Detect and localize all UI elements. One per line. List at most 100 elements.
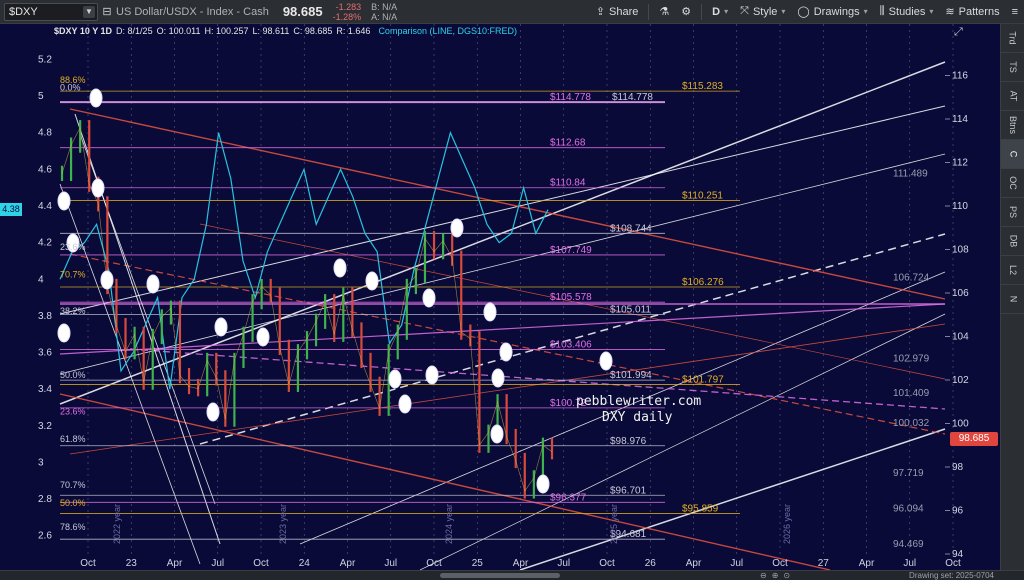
gear-icon: ⚙ bbox=[681, 6, 692, 18]
trend-channel-line bbox=[59, 105, 946, 315]
bid-ask: B: N/A A: N/A bbox=[371, 2, 397, 22]
fib-level-label: $96.701 bbox=[610, 485, 647, 496]
pivot-marker bbox=[388, 369, 402, 389]
sidebar-tab-trd[interactable]: Trd bbox=[1001, 24, 1024, 53]
right-price-label: 97.719 bbox=[893, 468, 924, 479]
settings-button[interactable]: ⚙ bbox=[675, 0, 697, 24]
right-axis-tick: 112 bbox=[952, 158, 968, 169]
right-axis-tick: 96 bbox=[952, 506, 964, 517]
sidebar-tab-btns[interactable]: Btns bbox=[1001, 111, 1024, 140]
chevron-down-icon: ▾ bbox=[724, 7, 729, 16]
chart-header: $DXY 10 Y 1D D: 8/1/25 O: 100.011 H: 100… bbox=[54, 24, 517, 37]
chart-area[interactable]: $115.283 $114.778 $114.778 $112.68 $110.84 $1… bbox=[0, 24, 1000, 570]
left-fib-label: 70.7% bbox=[60, 269, 86, 279]
fib-level-label: $115.283 bbox=[682, 81, 723, 92]
change-percent: -1.28% bbox=[332, 11, 362, 22]
studies-label: Studies bbox=[888, 5, 926, 18]
drawings-button[interactable]: ◯ Drawings ▾ bbox=[791, 0, 873, 24]
right-price-label: 94.469 bbox=[893, 539, 924, 550]
left-fib-label: 70.7% bbox=[60, 480, 86, 490]
left-fib-label: 50.0% bbox=[60, 370, 86, 380]
x-tick-label: 23 bbox=[126, 558, 138, 569]
right-axis-tick: 116 bbox=[952, 71, 968, 82]
left-fib-label: 61.8% bbox=[60, 434, 86, 444]
trend-channel-line bbox=[59, 153, 946, 375]
instrument-name: US Dollar/USDX - Index - Cash bbox=[116, 5, 269, 18]
x-tick-label: Oct bbox=[80, 558, 96, 569]
fib-level-label: $98.976 bbox=[610, 436, 647, 447]
pivot-marker bbox=[57, 323, 71, 343]
right-sidebar: Trd TS AT Btns C OC PS DB L2 N bbox=[1000, 24, 1024, 570]
year-marker: 2024 year bbox=[444, 504, 454, 544]
interval-button[interactable]: D ▾ bbox=[706, 0, 734, 24]
left-axis-tick: 4.4 bbox=[38, 201, 52, 212]
x-tick-label: Jul bbox=[903, 558, 916, 569]
flask-button[interactable]: ⚗ bbox=[653, 0, 675, 24]
current-price-tag: 98.685 bbox=[950, 432, 998, 446]
x-tick-label: Oct bbox=[772, 558, 788, 569]
right-axis-tick: 100 bbox=[952, 419, 969, 430]
right-price-label: 101.409 bbox=[893, 388, 930, 399]
style-button[interactable]: ⤧ Style ▾ bbox=[734, 0, 791, 24]
thinkorswim-chart-window: $DXY ▼ ⊟ US Dollar/USDX - Index - Cash 9… bbox=[0, 0, 1024, 580]
time-scrollbar[interactable] bbox=[440, 573, 560, 578]
sidebar-tab-label: OC bbox=[1008, 176, 1018, 190]
style-icon: ⤧ bbox=[740, 5, 749, 17]
share-button[interactable]: ⇪ Share bbox=[590, 0, 645, 24]
pivot-marker bbox=[100, 270, 114, 290]
right-price-label: 106.724 bbox=[893, 272, 930, 283]
right-axis-tick: 98 bbox=[952, 462, 964, 473]
pivot-marker bbox=[146, 274, 160, 294]
left-axis-tick: 4 bbox=[38, 274, 44, 285]
price-chart[interactable]: $115.283 $114.778 $114.778 $112.68 $110.84 $1… bbox=[0, 24, 1000, 570]
chevron-down-icon: ▾ bbox=[929, 7, 934, 16]
sidebar-tab-at[interactable]: AT bbox=[1001, 82, 1024, 111]
right-axis-tick: 106 bbox=[952, 288, 969, 299]
lock-icon[interactable]: ⊟ bbox=[98, 3, 116, 21]
studies-button[interactable]: ⫼ Studies ▾ bbox=[874, 0, 940, 24]
zoom-controls[interactable]: ⊖⊕⊙ bbox=[760, 571, 795, 580]
sidebar-tab-oc[interactable]: OC bbox=[1001, 169, 1024, 198]
sidebar-tab-ps[interactable]: PS bbox=[1001, 198, 1024, 227]
menu-button[interactable]: ≡ bbox=[1006, 0, 1024, 24]
sidebar-tab-label: PS bbox=[1007, 205, 1018, 219]
left-axis-tick: 5.2 bbox=[38, 54, 52, 65]
sidebar-tab-c[interactable]: C bbox=[1001, 140, 1024, 169]
pivot-marker bbox=[483, 302, 497, 322]
sidebar-tab-l2[interactable]: L2 bbox=[1001, 256, 1024, 285]
left-axis-tick: 3.8 bbox=[38, 311, 52, 322]
watermark: pebblewriter.com DXY daily bbox=[576, 394, 701, 426]
x-tick-label: Apr bbox=[513, 558, 529, 569]
chevron-down-icon[interactable]: ▼ bbox=[83, 5, 95, 18]
x-tick-label: Oct bbox=[599, 558, 615, 569]
sidebar-tab-label: L2 bbox=[1007, 264, 1018, 276]
x-tick-label: 24 bbox=[299, 558, 311, 569]
right-axis-tick: 110 bbox=[952, 201, 968, 212]
sidebar-tab-db[interactable]: DB bbox=[1001, 227, 1024, 256]
fib-level-label: $110.251 bbox=[682, 191, 723, 202]
x-tick-label: Oct bbox=[253, 558, 269, 569]
ask-value: A: N/A bbox=[371, 11, 398, 22]
pivot-marker bbox=[499, 342, 513, 362]
header-comparison: Comparison (LINE, DGS10:FRED) bbox=[378, 25, 517, 36]
right-axis-tick: 108 bbox=[952, 245, 969, 256]
watermark-line-2: DXY daily bbox=[602, 410, 673, 425]
chart-toolbar: $DXY ▼ ⊟ US Dollar/USDX - Index - Cash 9… bbox=[0, 0, 1024, 24]
year-marker: 2025 year bbox=[609, 504, 619, 544]
expand-chart-icon[interactable]: ⤢ bbox=[954, 26, 970, 40]
fib-level-label: $110.84 bbox=[550, 178, 586, 189]
right-price-label: 100.032 bbox=[893, 418, 930, 429]
fib-level-label: $107.749 bbox=[550, 245, 592, 256]
header-open: O: 100.011 bbox=[156, 25, 201, 36]
symbol-selector[interactable]: $DXY ▼ bbox=[4, 2, 98, 21]
patterns-icon: ≋ bbox=[945, 6, 955, 18]
year-marker: 2022 year bbox=[112, 504, 122, 544]
patterns-button[interactable]: ≋ Patterns bbox=[939, 0, 1005, 24]
sidebar-tab-n[interactable]: N bbox=[1001, 285, 1024, 314]
fib-level-label: $103.406 bbox=[550, 339, 592, 350]
sidebar-tab-label: Trd bbox=[1007, 31, 1018, 45]
symbol-text: $DXY bbox=[9, 5, 38, 18]
x-tick-label: Apr bbox=[686, 558, 702, 569]
left-axis-tick: 4.2 bbox=[38, 238, 52, 249]
sidebar-tab-ts[interactable]: TS bbox=[1001, 53, 1024, 82]
